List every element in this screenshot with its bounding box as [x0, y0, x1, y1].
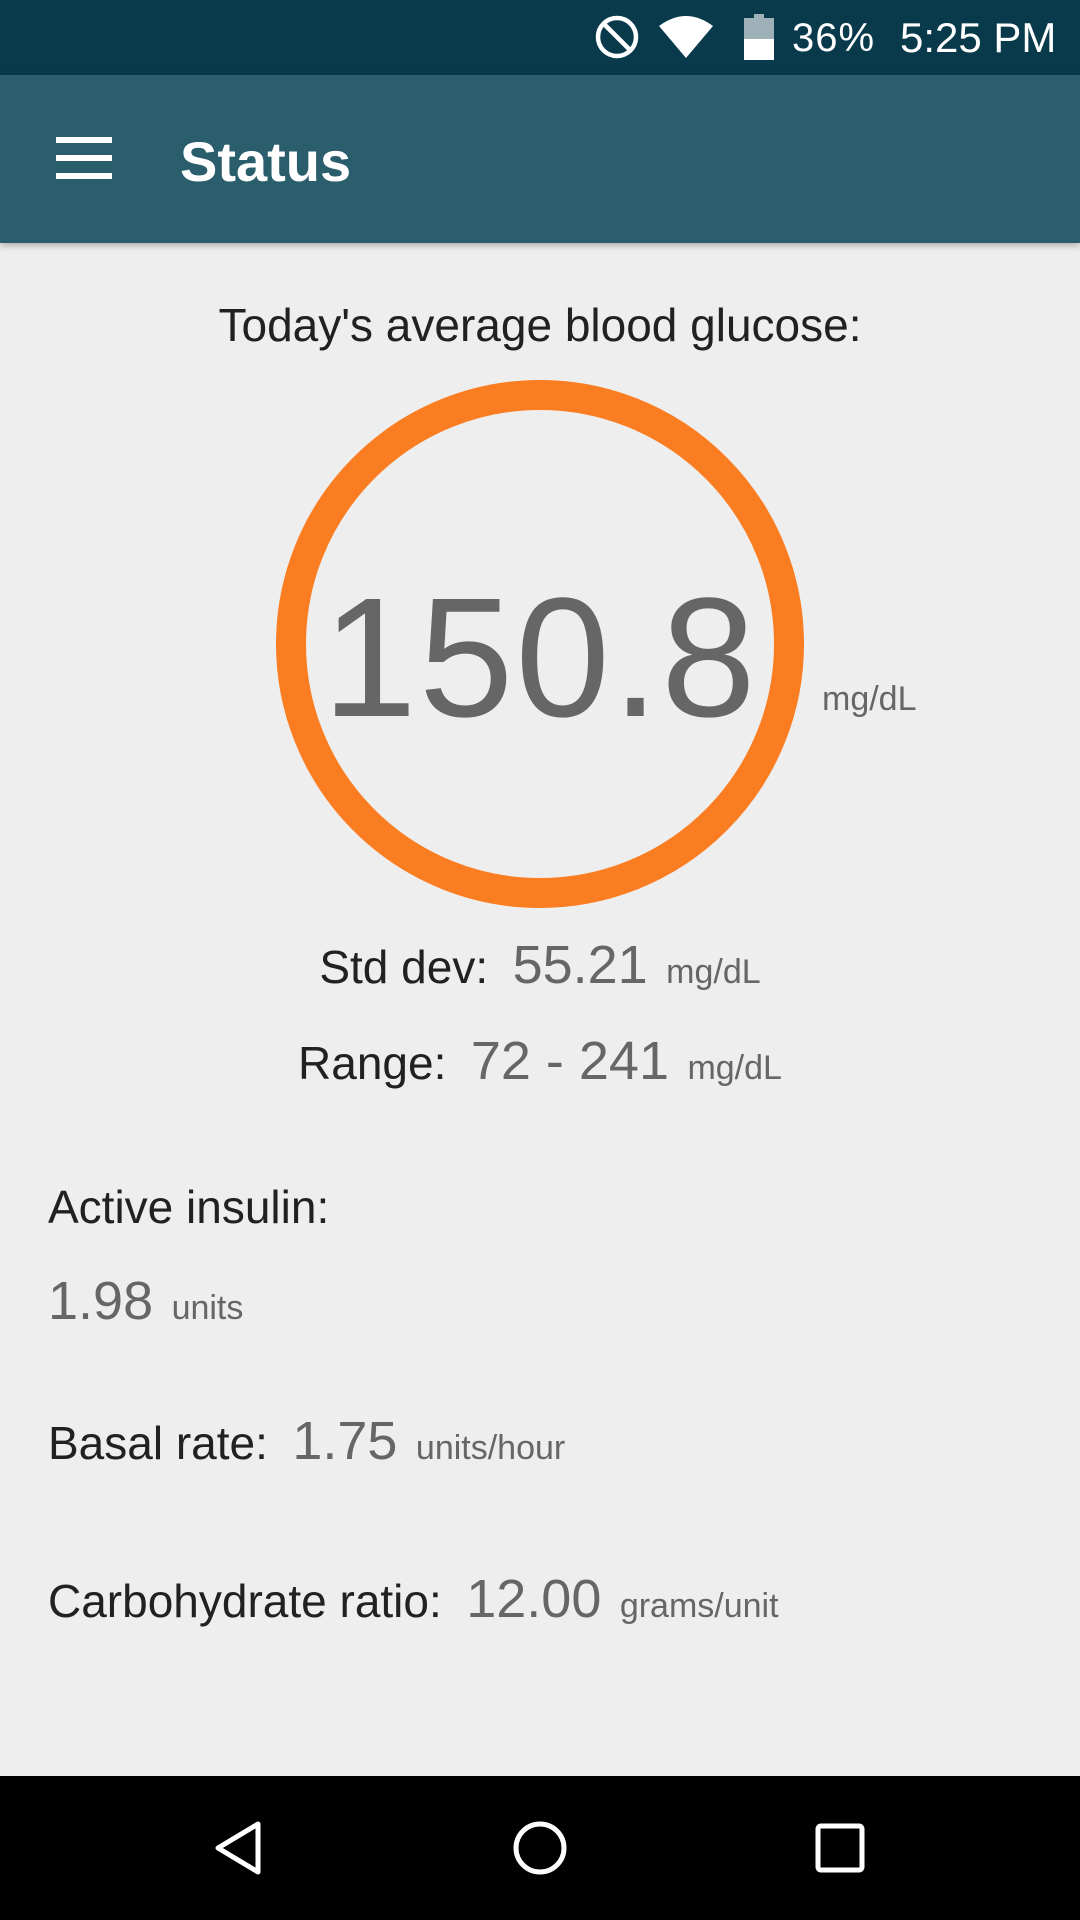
recents-icon[interactable] — [804, 1812, 876, 1884]
range-value: 72 - 241 — [470, 1031, 669, 1091]
navigation-bar — [0, 1776, 1080, 1920]
back-icon[interactable] — [204, 1812, 276, 1884]
average-glucose-label: Today's average blood glucose: — [218, 299, 862, 351]
active-insulin-row: 1.98 units — [48, 1270, 243, 1332]
do-not-disturb-icon — [595, 15, 639, 59]
average-glucose-unit: mg/dL — [822, 680, 917, 718]
carb-ratio-unit: grams/unit — [619, 1587, 779, 1625]
home-icon[interactable] — [504, 1812, 576, 1884]
std-dev-row: Std dev: 55.21 mg/dL — [0, 934, 1080, 996]
carb-ratio-label: Carbohydrate ratio: — [48, 1575, 442, 1627]
status-bar: 36% 5:25 PM — [0, 0, 1080, 75]
clock: 5:25 PM — [900, 14, 1057, 61]
battery-icon — [744, 14, 774, 60]
active-insulin-value: 1.98 — [48, 1271, 154, 1331]
app-bar: Status — [0, 75, 1080, 243]
basal-rate-label: Basal rate: — [48, 1417, 268, 1469]
std-dev-value: 55.21 — [512, 935, 648, 995]
range-row: Range: 72 - 241 mg/dL — [0, 1030, 1080, 1092]
carb-ratio-row: Carbohydrate ratio: 12.00 grams/unit — [48, 1568, 779, 1630]
average-glucose-value: 150.8 — [322, 563, 758, 753]
page-title: Status — [180, 130, 352, 193]
std-dev-unit: mg/dL — [666, 953, 761, 991]
range-unit: mg/dL — [687, 1049, 782, 1087]
basal-rate-row: Basal rate: 1.75 units/hour — [48, 1410, 565, 1472]
basal-rate-unit: units/hour — [415, 1429, 566, 1467]
carb-ratio-value: 12.00 — [466, 1569, 602, 1629]
active-insulin-label: Active insulin: — [48, 1181, 330, 1233]
active-insulin-unit: units — [171, 1289, 244, 1327]
std-dev-label: Std dev: — [319, 941, 489, 993]
basal-rate-value: 1.75 — [292, 1411, 398, 1471]
hamburger-menu-icon[interactable] — [40, 117, 124, 201]
wifi-icon — [659, 16, 713, 58]
battery-percentage: 36% — [792, 16, 876, 60]
range-label: Range: — [298, 1037, 447, 1089]
